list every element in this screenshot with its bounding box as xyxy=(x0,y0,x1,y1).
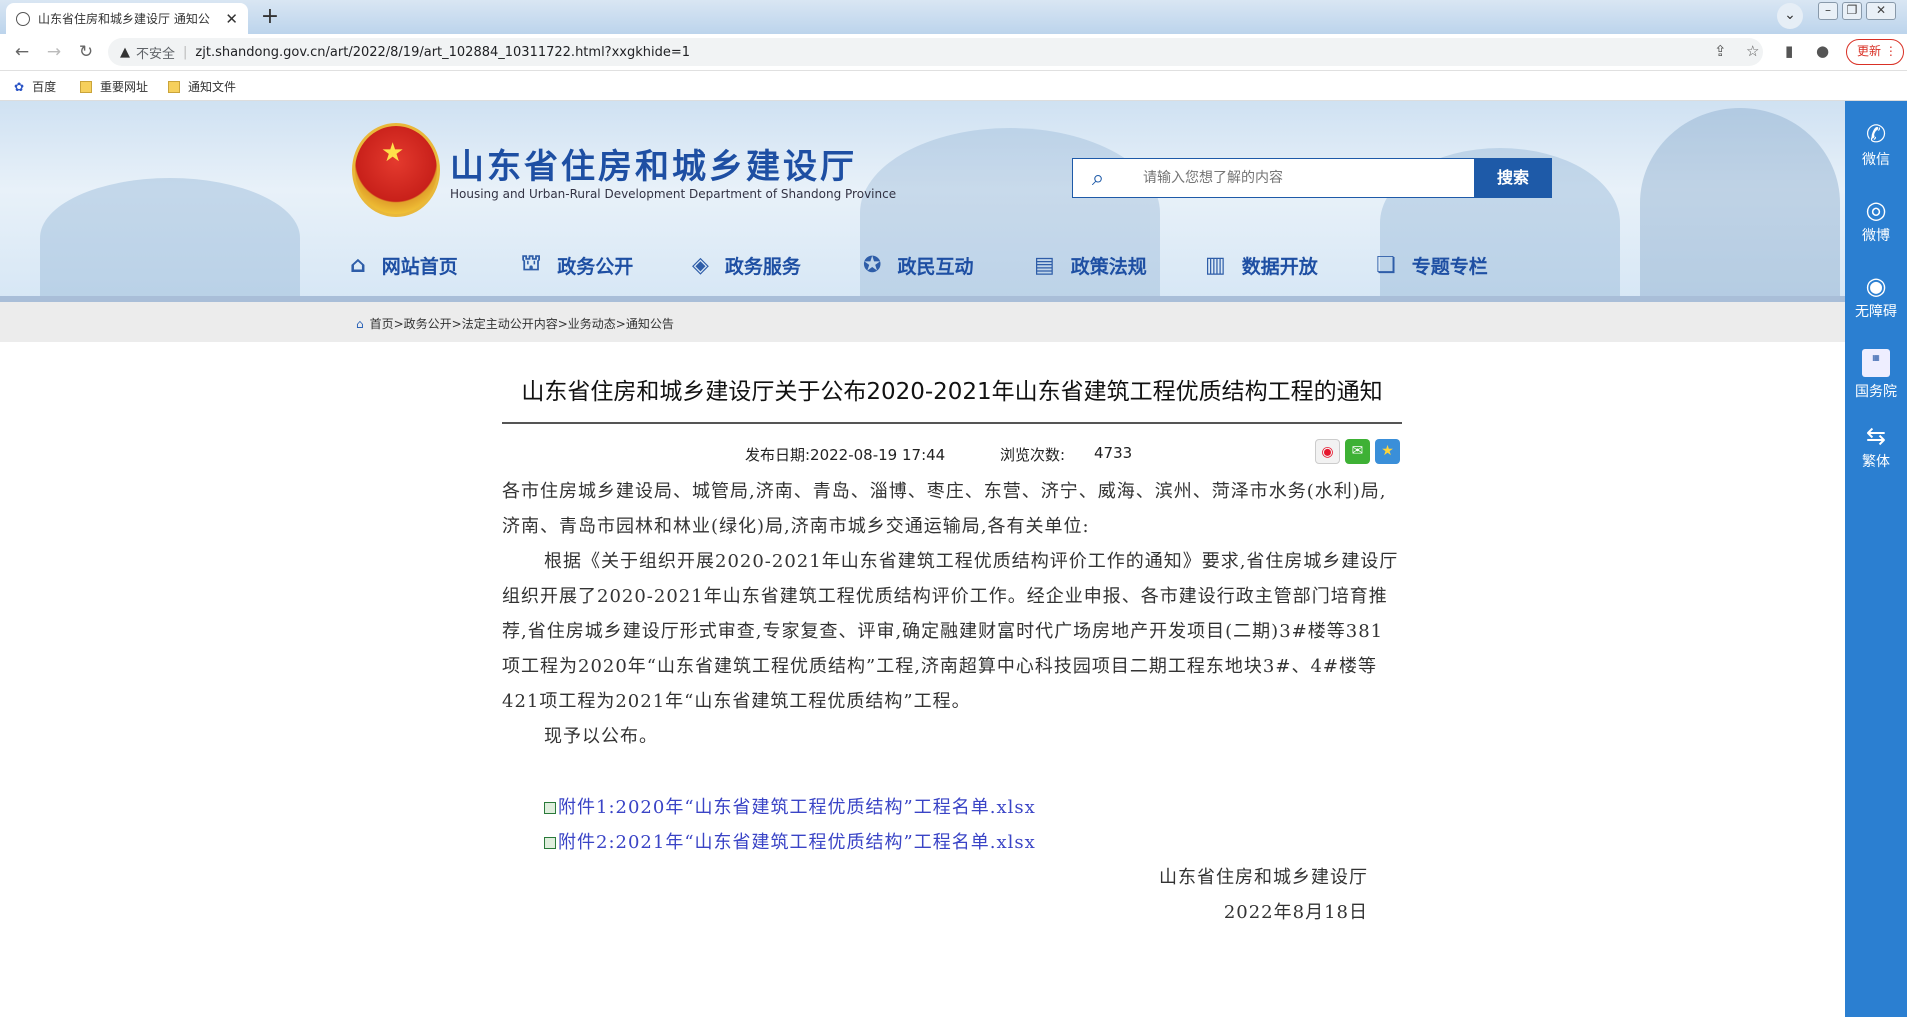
body-paragraph: 根据《关于组织开展2020-2021年山东省建筑工程优质结构评价工作的通知》要求… xyxy=(502,551,1399,712)
search-input[interactable] xyxy=(1123,159,1474,197)
restore-button[interactable]: ❐ xyxy=(1842,2,1862,20)
state-council-icon: ▦ xyxy=(1862,349,1890,377)
article-meta: 发布日期:2022-08-19 17:44 浏览次数: 4733 ◉ ✉ ★ xyxy=(502,424,1402,474)
bookmark-baidu[interactable]: ✿ 百度 xyxy=(14,78,56,95)
site-subtitle: Housing and Urban-Rural Development Depa… xyxy=(450,187,897,201)
browser-tab[interactable]: 山东省住房和城乡建设厅 通知公 ✕ xyxy=(6,3,248,34)
right-toolbar: ✆ 微信 ◎ 微博 ◉ 无障碍 ▦ 国务院 ⇆ 繁体 xyxy=(1845,101,1907,1017)
nav-item-topics[interactable]: ❏ 专题专栏 xyxy=(1376,251,1547,279)
article: 山东省住房和城乡建设厅关于公布2020-2021年山东省建筑工程优质结构工程的通… xyxy=(502,376,1402,930)
national-emblem-logo[interactable]: ★ xyxy=(352,123,440,217)
side-panel-icon[interactable]: ▮ xyxy=(1785,42,1793,60)
attachment-link-1[interactable]: 附件1:2020年“山东省建筑工程优质结构”工程名单.xlsx xyxy=(502,790,1402,825)
browser-tab-strip: 山东省住房和城乡建设厅 通知公 ✕ + ⌄ – ❐ ✕ xyxy=(0,0,1907,34)
profile-icon[interactable]: ● xyxy=(1816,42,1829,60)
tab-search-button[interactable]: ⌄ xyxy=(1777,3,1803,29)
document-icon: ▤ xyxy=(1034,252,1055,278)
home-icon: ⌂ xyxy=(356,316,364,331)
breadcrumb[interactable]: ⌂ 首页>政务公开>法定主动公开内容>业务动态>通知公告 xyxy=(356,315,674,332)
search-icon: ⌕ xyxy=(1091,165,1105,191)
bookmark-folder-notice[interactable]: 通知文件 xyxy=(168,78,236,95)
service-icon: ◈ xyxy=(692,252,709,278)
body-paragraph: 现予以公布。 xyxy=(544,726,658,747)
article-body: 各市住房城乡建设局、城管局,济南、青岛、淄博、枣庄、东营、济宁、威海、滨州、菏泽… xyxy=(502,474,1402,930)
attachments: 附件1:2020年“山东省建筑工程优质结构”工程名单.xlsx 附件2:2021… xyxy=(502,790,1402,860)
bookmark-folder-important[interactable]: 重要网址 xyxy=(80,78,148,95)
forward-button[interactable]: → xyxy=(42,42,66,62)
nav-item-home[interactable]: ⌂ 网站首页 xyxy=(350,251,521,279)
folder-icon xyxy=(80,80,92,93)
nav-item-data[interactable]: ▥ 数据开放 xyxy=(1205,251,1376,279)
publish-date: 发布日期:2022-08-19 17:44 xyxy=(745,446,946,464)
breadcrumb-bar: ⌂ 首页>政务公开>法定主动公开内容>业务动态>通知公告 xyxy=(0,302,1845,342)
interaction-icon: ✪ xyxy=(863,252,882,278)
baidu-icon: ✿ xyxy=(14,79,25,94)
address-bar[interactable]: ▲ 不安全 | zjt.shandong.gov.cn/art/2022/8/1… xyxy=(108,38,1763,66)
folder-icon xyxy=(168,80,180,93)
salutation: 各市住房城乡建设局、城管局,济南、青岛、淄博、枣庄、东营、济宁、威海、滨州、菏泽… xyxy=(502,481,1387,537)
update-button[interactable]: 更新 ⋮ xyxy=(1846,39,1904,65)
topic-icon: ❏ xyxy=(1376,252,1396,278)
nav-item-interaction[interactable]: ✪ 政民互动 xyxy=(863,251,1034,279)
url-text[interactable]: zjt.shandong.gov.cn/art/2022/8/19/art_10… xyxy=(195,45,690,60)
wechat-icon: ✆ xyxy=(1865,120,1887,148)
sidebar-item-wechat[interactable]: ✆ 微信 xyxy=(1845,119,1907,169)
insecure-label[interactable]: 不安全 xyxy=(136,43,175,62)
sidebar-item-weibo[interactable]: ◎ 微博 xyxy=(1845,195,1907,245)
swap-icon: ⇆ xyxy=(1865,422,1887,450)
weibo-icon: ◎ xyxy=(1865,196,1887,224)
views-label: 浏览次数: xyxy=(1000,446,1066,464)
eye-icon: ◉ xyxy=(1865,272,1887,300)
favorite-star-icon[interactable]: ★ xyxy=(1375,439,1400,464)
wechat-share-icon[interactable]: ✉ xyxy=(1345,439,1370,464)
sidebar-item-state-council[interactable]: ▦ 国务院 xyxy=(1845,349,1907,401)
sign-date: 2022年8月18日 xyxy=(1223,902,1368,923)
search-button[interactable]: 搜索 xyxy=(1474,158,1552,198)
site-header: ★ 山东省住房和城乡建设厅 Housing and Urban-Rural De… xyxy=(0,101,1845,298)
excel-file-icon xyxy=(544,801,556,814)
nav-item-gov-service[interactable]: ◈ 政务服务 xyxy=(692,251,863,279)
views-count: 4733 xyxy=(1094,444,1133,462)
address-bar-row: ← → ↻ ▲ 不安全 | zjt.shandong.gov.cn/art/20… xyxy=(0,34,1907,71)
excel-file-icon xyxy=(544,836,556,849)
close-tab-icon[interactable]: ✕ xyxy=(225,10,238,28)
tab-title: 山东省住房和城乡建设厅 通知公 xyxy=(38,12,210,26)
reload-button[interactable]: ↻ xyxy=(74,42,98,62)
data-icon: ▥ xyxy=(1205,252,1226,278)
warning-icon[interactable]: ▲ xyxy=(120,45,130,60)
search-bar: ⌕ 搜索 xyxy=(1072,158,1552,198)
sidebar-item-accessibility[interactable]: ◉ 无障碍 xyxy=(1845,271,1907,321)
site-title[interactable]: 山东省住房和城乡建设厅 xyxy=(450,139,857,188)
share-icon[interactable]: ⇪ xyxy=(1714,42,1727,60)
new-tab-button[interactable]: + xyxy=(256,5,284,31)
attachment-link-2[interactable]: 附件2:2021年“山东省建筑工程优质结构”工程名单.xlsx xyxy=(502,825,1402,860)
building-icon: ⛫ xyxy=(521,251,542,276)
minimize-button[interactable]: – xyxy=(1818,2,1838,20)
signature: 山东省住房和城乡建设厅 xyxy=(1159,867,1368,888)
globe-icon xyxy=(16,11,30,26)
weibo-share-icon[interactable]: ◉ xyxy=(1315,439,1340,464)
main-nav: ⌂ 网站首页 ⛫ 政务公开 ◈ 政务服务 ✪ 政民互动 ▤ 政策法规 ▥ 数据开放 ❏ 专题专… xyxy=(350,251,1547,279)
bookmark-star-icon[interactable]: ☆ xyxy=(1746,42,1759,60)
home-icon: ⌂ xyxy=(350,252,366,278)
nav-item-gov-affairs[interactable]: ⛫ 政务公开 xyxy=(521,251,692,279)
sidebar-item-traditional[interactable]: ⇆ 繁体 xyxy=(1845,421,1907,471)
bookmarks-bar: ✿ 百度 重要网址 通知文件 xyxy=(0,71,1907,101)
nav-item-policy[interactable]: ▤ 政策法规 xyxy=(1034,251,1205,279)
close-window-button[interactable]: ✕ xyxy=(1866,2,1896,20)
article-title: 山东省住房和城乡建设厅关于公布2020-2021年山东省建筑工程优质结构工程的通… xyxy=(502,376,1402,424)
back-button[interactable]: ← xyxy=(10,42,34,62)
